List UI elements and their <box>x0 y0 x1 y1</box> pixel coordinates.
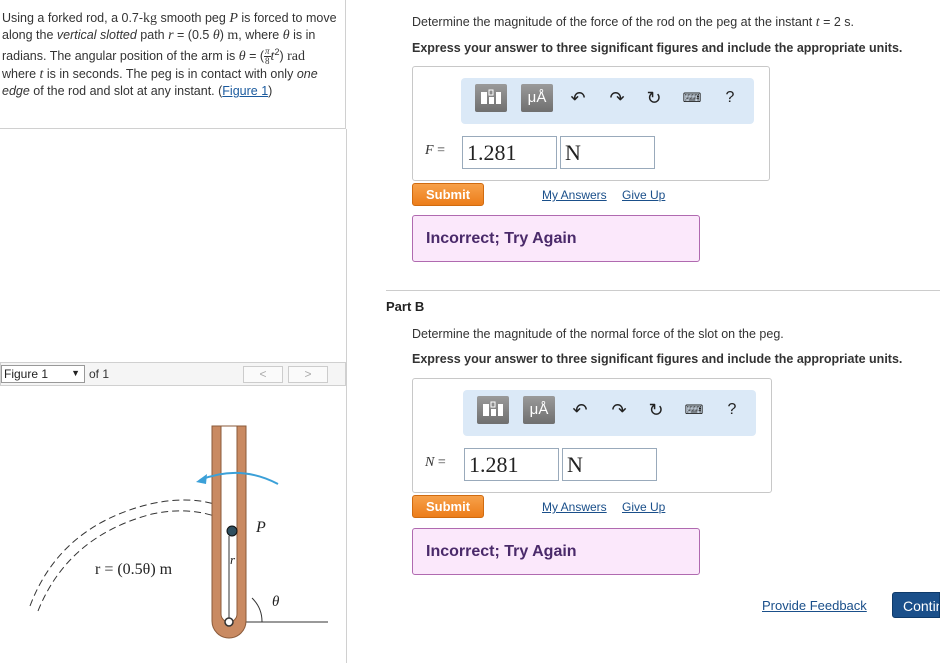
problem-text: path <box>136 28 169 42</box>
partB-give-up-link[interactable]: Give Up <box>622 500 665 514</box>
next-figure-button[interactable]: > <box>288 366 328 383</box>
partB-feedback: Incorrect; Try Again <box>412 528 700 575</box>
peg <box>226 525 238 537</box>
var-P: P <box>229 11 238 26</box>
help-icon[interactable]: ? <box>721 399 743 421</box>
partB-value-input[interactable]: 1.281 <box>464 448 559 481</box>
partB-unit-input[interactable]: N <box>562 448 657 481</box>
partA-feedback: Incorrect; Try Again <box>412 215 700 262</box>
unit-kg: kg <box>143 11 158 26</box>
templates-glyph <box>483 401 503 416</box>
figure-link[interactable]: Figure 1 <box>222 84 268 98</box>
partB-my-answers-link[interactable]: My Answers <box>542 500 607 514</box>
figure-diagram: P r r = (0.5θ) m θ <box>29 425 328 639</box>
problem-text: ) <box>268 84 273 99</box>
figure-image: P r r = (0.5θ) m θ <box>0 386 346 663</box>
undo-icon[interactable]: ↶ <box>567 87 589 109</box>
problem-text: = (0.5 <box>173 28 213 42</box>
theta-arc <box>251 597 263 623</box>
var-theta: θ <box>238 49 246 65</box>
redo-icon[interactable]: ↷ <box>608 399 630 421</box>
partB-answer-box: μÅ ↶ ↷ ↻ ⌨ ? N = 1.281 N <box>412 378 772 493</box>
figure-select[interactable]: Figure 1 ▼ <box>1 365 85 383</box>
unit-m: m <box>227 28 239 43</box>
redo-icon[interactable]: ↷ <box>606 87 628 109</box>
problem-text: , where <box>238 28 283 42</box>
partA-submit-button[interactable]: Submit <box>412 183 484 206</box>
templates-icon[interactable] <box>475 84 507 112</box>
problem-text: ) <box>279 49 288 64</box>
problem-text: smooth peg <box>157 11 230 25</box>
var-N: N <box>425 455 435 470</box>
dropdown-arrow-icon: ▼ <box>71 368 80 378</box>
unit-rad: rad <box>287 49 305 65</box>
partB-instruction: Express your answer to three significant… <box>412 352 903 366</box>
partA-value-input[interactable]: 1.281 <box>462 136 557 169</box>
pivot-pin <box>224 617 234 627</box>
part-separator <box>386 290 940 291</box>
figure-count: of 1 <box>89 367 110 381</box>
label-theta: θ <box>272 594 280 610</box>
partA-question: Determine the magnitude of the force of … <box>412 15 854 31</box>
problem-text: of the rod and slot at any instant. ( <box>29 84 223 99</box>
problem-text: is in seconds. The peg is in contact wit… <box>43 67 297 82</box>
partB-equation-toolbar: μÅ ↶ ↷ ↻ ⌨ ? <box>463 390 756 436</box>
var-theta: θ <box>282 28 290 43</box>
problem-text: = ( <box>245 49 265 64</box>
partA-unit-input[interactable]: N <box>560 136 655 169</box>
column-divider <box>346 129 347 663</box>
units-icon[interactable]: μÅ <box>523 396 555 424</box>
partB-title: Part B <box>386 299 425 314</box>
equals-sign: = <box>433 143 445 158</box>
partA-variable-label: F = <box>425 143 445 159</box>
problem-statement: Using a forked rod, a 0.7-kg smooth peg … <box>0 0 346 129</box>
label-P: P <box>255 519 266 536</box>
label-path-equation: r = (0.5θ) m <box>95 561 173 578</box>
equals-sign: = <box>434 455 446 470</box>
figure-select-value: Figure 1 <box>4 367 49 381</box>
partA-equation-toolbar: μÅ ↶ ↷ ↻ ⌨ ? <box>461 78 754 124</box>
help-icon[interactable]: ? <box>719 87 741 109</box>
problem-text: Using a forked rod, a 0.7- <box>2 11 144 25</box>
problem-emphasis: vertical slotted <box>56 28 137 42</box>
templates-glyph <box>481 89 501 104</box>
var-F: F <box>425 143 434 158</box>
units-icon[interactable]: μÅ <box>521 84 553 112</box>
figure-nav-bar: Figure 1 ▼ of 1 < > <box>0 362 346 386</box>
problem-text: where <box>2 67 40 82</box>
keyboard-icon[interactable]: ⌨ <box>681 87 703 109</box>
continue-button[interactable]: Continue <box>892 592 940 618</box>
partA-question-text: Determine the magnitude of the force of … <box>412 15 816 29</box>
partA-instruction: Express your answer to three significant… <box>412 41 903 55</box>
partA-answer-box: μÅ ↶ ↷ ↻ ⌨ ? F = 1.281 N <box>412 66 770 181</box>
partB-variable-label: N = <box>425 455 446 471</box>
partB-question: Determine the magnitude of the normal fo… <box>412 327 784 341</box>
slot-path-outer <box>29 499 241 607</box>
partB-submit-button[interactable]: Submit <box>412 495 484 518</box>
partA-give-up-link[interactable]: Give Up <box>622 188 665 202</box>
reset-icon[interactable]: ↻ <box>643 87 665 109</box>
keyboard-icon[interactable]: ⌨ <box>683 399 705 421</box>
var-theta: θ <box>212 28 220 43</box>
chevron-right-icon: > <box>304 367 312 381</box>
prev-figure-button[interactable]: < <box>243 366 283 383</box>
undo-icon[interactable]: ↶ <box>569 399 591 421</box>
reset-icon[interactable]: ↻ <box>645 399 667 421</box>
rotation-arrow-head <box>196 474 207 484</box>
provide-feedback-link[interactable]: Provide Feedback <box>762 598 867 613</box>
partA-my-answers-link[interactable]: My Answers <box>542 188 607 202</box>
templates-icon[interactable] <box>477 396 509 424</box>
chevron-left-icon: < <box>259 367 267 381</box>
partA-time-value: = 2 s. <box>819 15 855 29</box>
